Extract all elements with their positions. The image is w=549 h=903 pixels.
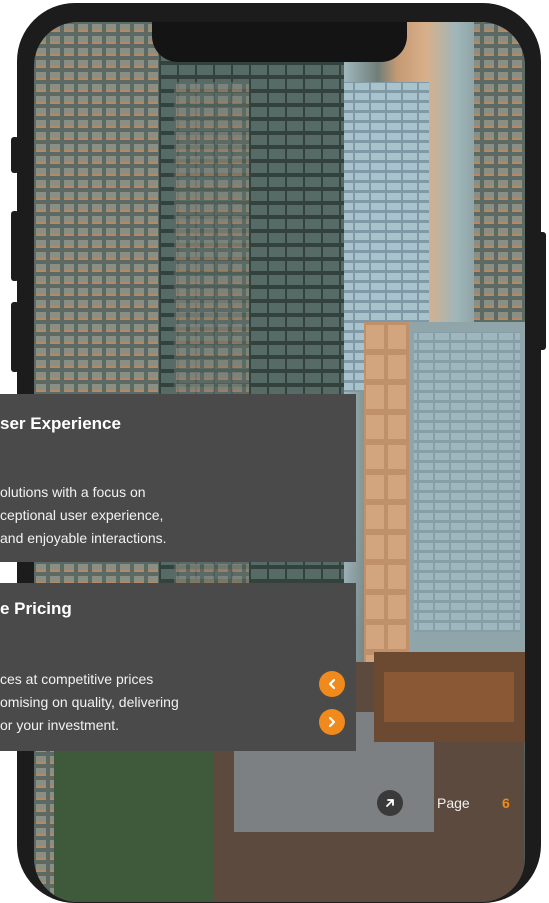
chevron-right-icon (328, 716, 336, 728)
card-title: e Pricing (0, 599, 72, 618)
chevron-left-icon (328, 678, 336, 690)
feature-card-user-experience: ser Experience olutions with a focus on … (0, 394, 356, 562)
side-button-volume-up (11, 211, 19, 281)
side-button-mute (11, 137, 19, 173)
card-text-line: and enjoyable interactions. (0, 530, 167, 546)
side-button-volume-down (11, 302, 19, 372)
prev-button[interactable] (319, 671, 345, 697)
side-button-power (538, 232, 546, 350)
card-text-line: olutions with a focus on (0, 484, 146, 500)
card-text-line: ces at competitive prices (0, 671, 154, 687)
arrow-up-right-icon (386, 799, 394, 807)
feature-card-pricing: e Pricing ces at competitive prices omis… (0, 583, 356, 751)
page-number: 6 (502, 795, 510, 811)
open-link-button[interactable] (377, 790, 403, 816)
camera-notch (152, 22, 407, 62)
page-label: Page (437, 795, 470, 811)
card-title: ser Experience (0, 414, 121, 433)
next-button[interactable] (319, 709, 345, 735)
card-text-line: or your investment. (0, 717, 120, 733)
card-text-line: omising on quality, delivering (0, 694, 179, 710)
card-text-line: ceptional user experience, (0, 507, 164, 523)
